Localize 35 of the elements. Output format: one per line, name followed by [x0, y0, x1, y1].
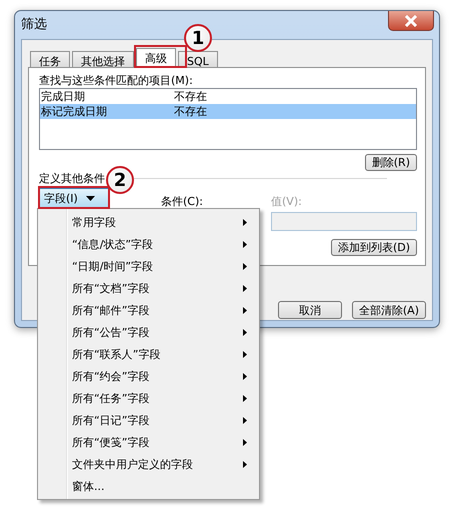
criteria-row[interactable]: 标记完成日期 不存在	[40, 104, 416, 119]
menu-item[interactable]: 所有“文档”字段	[38, 277, 259, 299]
field-dropdown-button[interactable]: 字段(I)	[39, 188, 109, 208]
tab[interactable]: 高级	[136, 48, 176, 67]
criteria-label: 查找与这些条件匹配的项目(M):	[39, 74, 194, 87]
dialog-button[interactable]: 取消	[278, 301, 342, 319]
add-to-list-button[interactable]: 添加到列表(D)	[330, 239, 417, 256]
tab[interactable]: SQL	[178, 51, 218, 67]
condition-label: 条件(C):	[161, 195, 204, 208]
tab[interactable]: 任务	[30, 51, 70, 67]
value-label: 值(V):	[271, 195, 303, 208]
criteria-row[interactable]: 完成日期 不存在	[40, 89, 416, 104]
remove-button[interactable]: 删除(R)	[364, 154, 417, 171]
menu-item[interactable]: “日期/时间”字段	[38, 255, 259, 277]
menu-item[interactable]: 所有“公告”字段	[38, 321, 259, 343]
menu-item[interactable]: 所有“日记”字段	[38, 409, 259, 431]
menu-item[interactable]: 窗体...	[38, 475, 259, 497]
menu-item[interactable]: 所有“便笺”字段	[38, 431, 259, 453]
highlight-frame	[134, 45, 187, 68]
menu-item[interactable]: 所有“联系人”字段	[38, 343, 259, 365]
caret-icon	[86, 196, 95, 200]
value-field[interactable]	[271, 212, 417, 231]
dialog-button[interactable]: 全部清除(A)	[352, 301, 426, 319]
section-label: 定义其他条件	[39, 172, 105, 185]
close-button[interactable]	[388, 11, 434, 31]
menu-item[interactable]: 所有“邮件”字段	[38, 299, 259, 321]
menu-item[interactable]: 常用字段	[38, 211, 259, 233]
menu-item[interactable]: “信息/状态”字段	[38, 233, 259, 255]
menu-item[interactable]: 所有“任务”字段	[38, 387, 259, 409]
highlight-frame	[38, 186, 110, 209]
close-icon	[404, 14, 418, 26]
menu-item[interactable]: 文件夹中用户定义的字段	[38, 453, 259, 475]
tab[interactable]: 其他选择	[72, 51, 134, 67]
window-title: 筛选	[21, 18, 47, 30]
menu-item[interactable]: 所有“约会”字段	[38, 365, 259, 387]
